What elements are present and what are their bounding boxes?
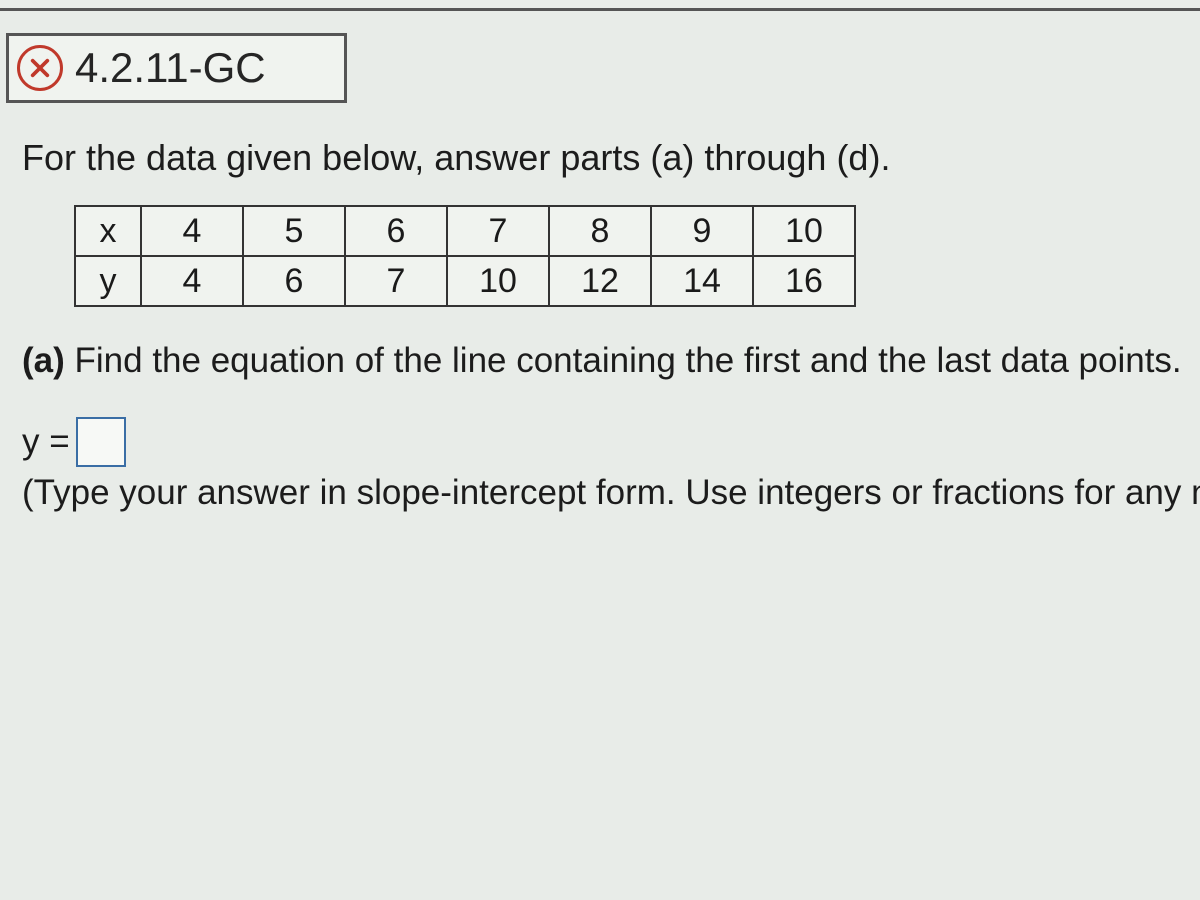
data-table: x 4 5 6 7 8 9 10 y 4 6 7 10 12 14 16 (74, 205, 856, 307)
page-top-fragment (0, 0, 1200, 11)
table-cell: 6 (243, 256, 345, 306)
problem-number: 4.2.11-GC (67, 36, 280, 100)
instruction-text: For the data given below, answer parts (… (22, 137, 1200, 179)
part-a-text: Find the equation of the line containing… (75, 341, 1182, 380)
table-cell: 9 (651, 206, 753, 256)
part-a-prompt: (a) Find the equation of the line contai… (22, 341, 1200, 381)
part-a-label: (a) (22, 341, 65, 380)
answer-input[interactable] (76, 417, 126, 467)
table-cell: 7 (345, 256, 447, 306)
table-cell: 4 (141, 256, 243, 306)
row-label: x (75, 206, 141, 256)
table-cell: 16 (753, 256, 855, 306)
table-cell: 5 (243, 206, 345, 256)
answer-prefix: y = (22, 422, 70, 462)
answer-hint: (Type your answer in slope-intercept for… (22, 473, 1200, 513)
table-cell: 4 (141, 206, 243, 256)
table-cell: 7 (447, 206, 549, 256)
problem-page: 4.2.11-GC For the data given below, answ… (0, 0, 1200, 513)
table-cell: 10 (447, 256, 549, 306)
problem-header: 4.2.11-GC (6, 33, 347, 103)
table-cell: 12 (549, 256, 651, 306)
answer-row: y = (22, 417, 1200, 467)
x-incorrect-icon (17, 45, 63, 91)
table-row: x 4 5 6 7 8 9 10 (75, 206, 855, 256)
table-row: y 4 6 7 10 12 14 16 (75, 256, 855, 306)
data-table-wrap: x 4 5 6 7 8 9 10 y 4 6 7 10 12 14 16 (74, 205, 1200, 307)
table-cell: 6 (345, 206, 447, 256)
row-label: y (75, 256, 141, 306)
table-cell: 8 (549, 206, 651, 256)
table-cell: 10 (753, 206, 855, 256)
table-cell: 14 (651, 256, 753, 306)
status-icon-wrap (9, 36, 67, 100)
